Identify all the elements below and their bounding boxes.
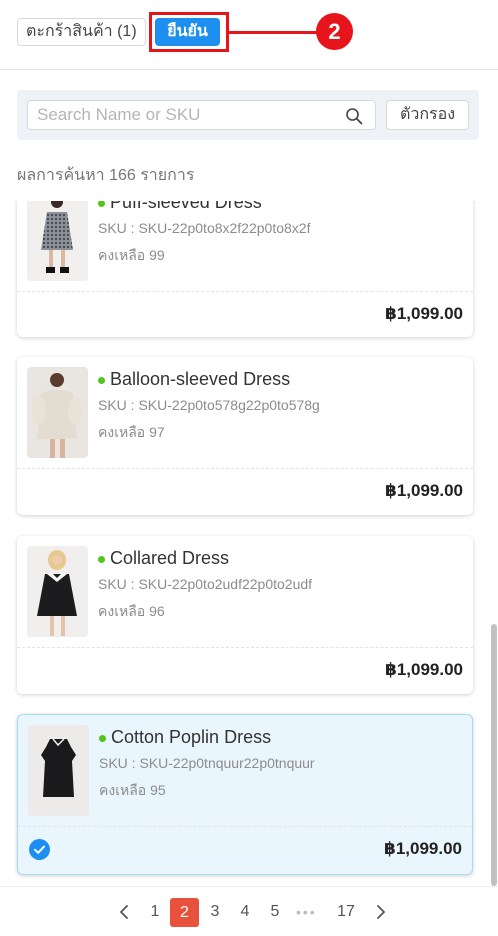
filter-button[interactable]: ตัวกรอง (386, 100, 469, 130)
product-stock: คงเหลือ 99 (98, 247, 165, 263)
page-ellipsis[interactable]: ••• (296, 899, 317, 925)
product-price: ฿1,099.00 (384, 481, 463, 500)
product-image (28, 725, 89, 816)
pagination: 1 2 3 4 5 ••• 17 (0, 886, 498, 936)
page-3[interactable]: 3 (205, 899, 225, 925)
status-dot (98, 377, 105, 384)
result-count: ผลการค้นหา 166 รายการ (17, 167, 195, 184)
product-name: Cotton Poplin Dress (111, 727, 272, 747)
page-1[interactable]: 1 (145, 899, 165, 925)
product-image (27, 201, 88, 281)
product-sku: SKU : SKU-22p0tnquur22p0tnquur (99, 755, 315, 771)
header-bar: ตะกร้าสินค้า (1) ยืนยัน 2 (0, 0, 498, 70)
list-scrollbar[interactable] (491, 624, 497, 886)
selected-check-icon[interactable] (29, 839, 50, 860)
confirm-button[interactable]: ยืนยัน (155, 18, 220, 46)
product-card[interactable]: Collared Dress SKU : SKU-22p0to2udf22p0t… (17, 536, 473, 694)
search-panel: ตัวกรอง (17, 90, 479, 140)
page-2-current[interactable]: 2 (170, 898, 199, 927)
search-input[interactable] (28, 101, 338, 129)
patterned-dress-photo (27, 201, 88, 281)
page-4[interactable]: 4 (235, 899, 255, 925)
product-stock: คงเหลือ 97 (98, 424, 165, 440)
search-icon[interactable] (345, 107, 363, 125)
product-picker-screen: ตะกร้าสินค้า (1) ยืนยัน 2 ตัวกรอง ผลการค… (0, 0, 498, 936)
product-sku: SKU : SKU-22p0to2udf22p0to2udf (98, 576, 313, 592)
product-stock: คงเหลือ 96 (98, 603, 165, 619)
product-price: ฿1,099.00 (384, 660, 463, 679)
black-collared-dress-photo (27, 546, 88, 637)
cart-button[interactable]: ตะกร้าสินค้า (1) (17, 18, 146, 46)
product-image (27, 367, 88, 458)
card-divider (17, 291, 473, 292)
product-list: Puff-sleeved Dress SKU : SKU-22p0to8x2f2… (0, 201, 498, 886)
page-last[interactable]: 17 (336, 899, 356, 925)
product-name: Balloon-sleeved Dress (110, 369, 291, 389)
cream-dress-photo (27, 367, 88, 458)
product-image (27, 546, 88, 637)
product-sku: SKU : SKU-22p0to8x2f22p0to8x2f (98, 220, 311, 236)
status-dot (98, 201, 105, 207)
card-divider (18, 826, 472, 827)
product-card[interactable]: Balloon-sleeved Dress SKU : SKU-22p0to57… (17, 357, 473, 515)
product-card-selected[interactable]: Cotton Poplin Dress SKU : SKU-22p0tnquur… (17, 714, 473, 875)
product-stock: คงเหลือ 95 (99, 782, 166, 798)
page-5[interactable]: 5 (265, 899, 285, 925)
status-dot (98, 556, 105, 563)
callout-connector (229, 31, 317, 34)
product-price: ฿1,099.00 (384, 304, 463, 323)
status-dot (99, 735, 106, 742)
chevron-right-icon[interactable] (371, 899, 391, 925)
product-name: Puff-sleeved Dress (110, 201, 262, 212)
search-box (27, 100, 376, 130)
product-sku: SKU : SKU-22p0to578g22p0to578g (98, 397, 320, 413)
product-name: Collared Dress (110, 548, 230, 568)
card-divider (17, 647, 473, 648)
step-callout-badge: 2 (316, 13, 353, 50)
product-price: ฿1,099.00 (383, 839, 462, 858)
product-card[interactable]: Puff-sleeved Dress SKU : SKU-22p0to8x2f2… (17, 201, 473, 337)
chevron-left-icon[interactable] (114, 899, 134, 925)
black-poplin-dress-photo (28, 725, 89, 816)
card-divider (17, 468, 473, 469)
